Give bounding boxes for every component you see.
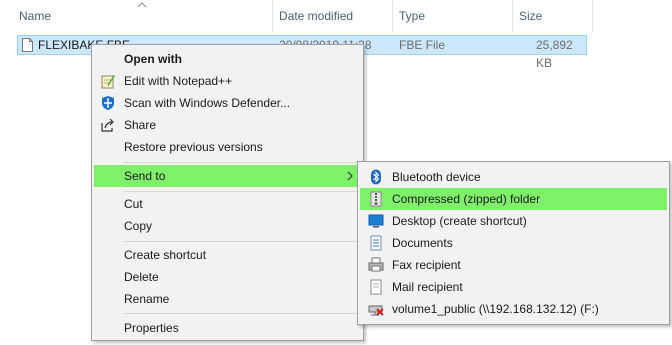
menu-item-label: Fax recipient [392, 258, 461, 272]
menu-item-label: Cut [124, 197, 143, 211]
menu-item-share[interactable]: Share [94, 114, 361, 136]
fax-icon [368, 257, 384, 272]
submenu-item-compressed-zipped-folder[interactable]: Compressed (zipped) folder [360, 188, 667, 210]
submenu-item-bluetooth-device[interactable]: Bluetooth device [360, 166, 667, 188]
notepad-plus-plus-icon [101, 75, 115, 89]
column-divider[interactable] [512, 0, 513, 32]
menu-item-rename[interactable]: Rename [94, 288, 361, 310]
submenu-item-network-drive[interactable]: volume1_public (\\192.168.132.12) (F:) [360, 298, 667, 320]
file-type: FBE File [399, 38, 446, 52]
menu-item-cut[interactable]: Cut [94, 193, 361, 215]
network-drive-icon [368, 305, 384, 316]
menu-item-label: Copy [124, 219, 153, 233]
send-to-submenu: Bluetooth device Compressed (zipped) fol… [357, 161, 670, 325]
column-divider[interactable] [592, 0, 593, 32]
submenu-item-mail-recipient[interactable]: Mail recipient [360, 276, 667, 298]
menu-item-label: Bluetooth device [392, 170, 481, 184]
file-icon [22, 38, 33, 52]
column-header-row: Name Date modified Type Size [0, 0, 672, 32]
menu-item-label: Open with [124, 52, 182, 66]
zip-folder-icon [370, 191, 382, 207]
column-header-type[interactable]: Type [399, 0, 425, 32]
menu-item-label: Desktop (create shortcut) [392, 214, 527, 228]
submenu-item-desktop-create-shortcut[interactable]: Desktop (create shortcut) [360, 210, 667, 232]
menu-item-label: Edit with Notepad++ [124, 74, 233, 88]
desktop-icon [368, 214, 384, 228]
menu-item-restore-previous-versions[interactable]: Restore previous versions [94, 136, 361, 158]
menu-item-label: Properties [124, 321, 179, 335]
menu-item-delete[interactable]: Delete [94, 266, 361, 288]
menu-item-label: volume1_public (\\192.168.132.12) (F:) [392, 302, 599, 316]
documents-icon [370, 235, 382, 251]
menu-item-open-with[interactable]: Open with [94, 48, 361, 70]
chevron-right-icon [347, 171, 353, 181]
menu-item-send-to[interactable]: Send to [94, 165, 361, 187]
menu-item-label: Send to [124, 169, 166, 183]
windows-defender-icon [102, 96, 114, 110]
file-size: 25,892 KB [536, 38, 573, 70]
sort-ascending-icon [137, 2, 147, 8]
menu-item-label: Compressed (zipped) folder [392, 192, 541, 206]
menu-item-scan-windows-defender[interactable]: Scan with Windows Defender... [94, 92, 361, 114]
submenu-item-fax-recipient[interactable]: Fax recipient [360, 254, 667, 276]
submenu-item-documents[interactable]: Documents [360, 232, 667, 254]
column-divider[interactable] [392, 0, 393, 32]
column-header-date-modified[interactable]: Date modified [279, 0, 353, 32]
menu-item-create-shortcut[interactable]: Create shortcut [94, 244, 361, 266]
bluetooth-icon [371, 169, 381, 185]
menu-separator [124, 191, 359, 192]
column-divider[interactable] [272, 0, 273, 32]
menu-item-label: Mail recipient [392, 280, 463, 294]
menu-item-copy[interactable]: Copy [94, 215, 361, 237]
menu-item-label: Restore previous versions [124, 140, 263, 154]
menu-item-label: Scan with Windows Defender... [124, 96, 291, 110]
mail-icon [370, 279, 382, 295]
menu-item-label: Share [124, 118, 157, 132]
context-menu: Open with Edit with Notepad++ Scan with … [91, 44, 364, 341]
menu-item-label: Rename [124, 292, 170, 306]
menu-item-label: Documents [392, 236, 453, 250]
menu-separator [124, 241, 359, 242]
column-header-name[interactable]: Name [19, 0, 51, 32]
menu-item-properties[interactable]: Properties [94, 317, 361, 339]
menu-item-label: Delete [124, 270, 159, 284]
menu-item-edit-with-notepad[interactable]: Edit with Notepad++ [94, 70, 361, 92]
menu-separator [124, 162, 359, 163]
menu-item-label: Create shortcut [124, 248, 207, 262]
share-icon [101, 118, 114, 132]
column-header-size[interactable]: Size [519, 0, 542, 32]
menu-separator [124, 313, 359, 314]
